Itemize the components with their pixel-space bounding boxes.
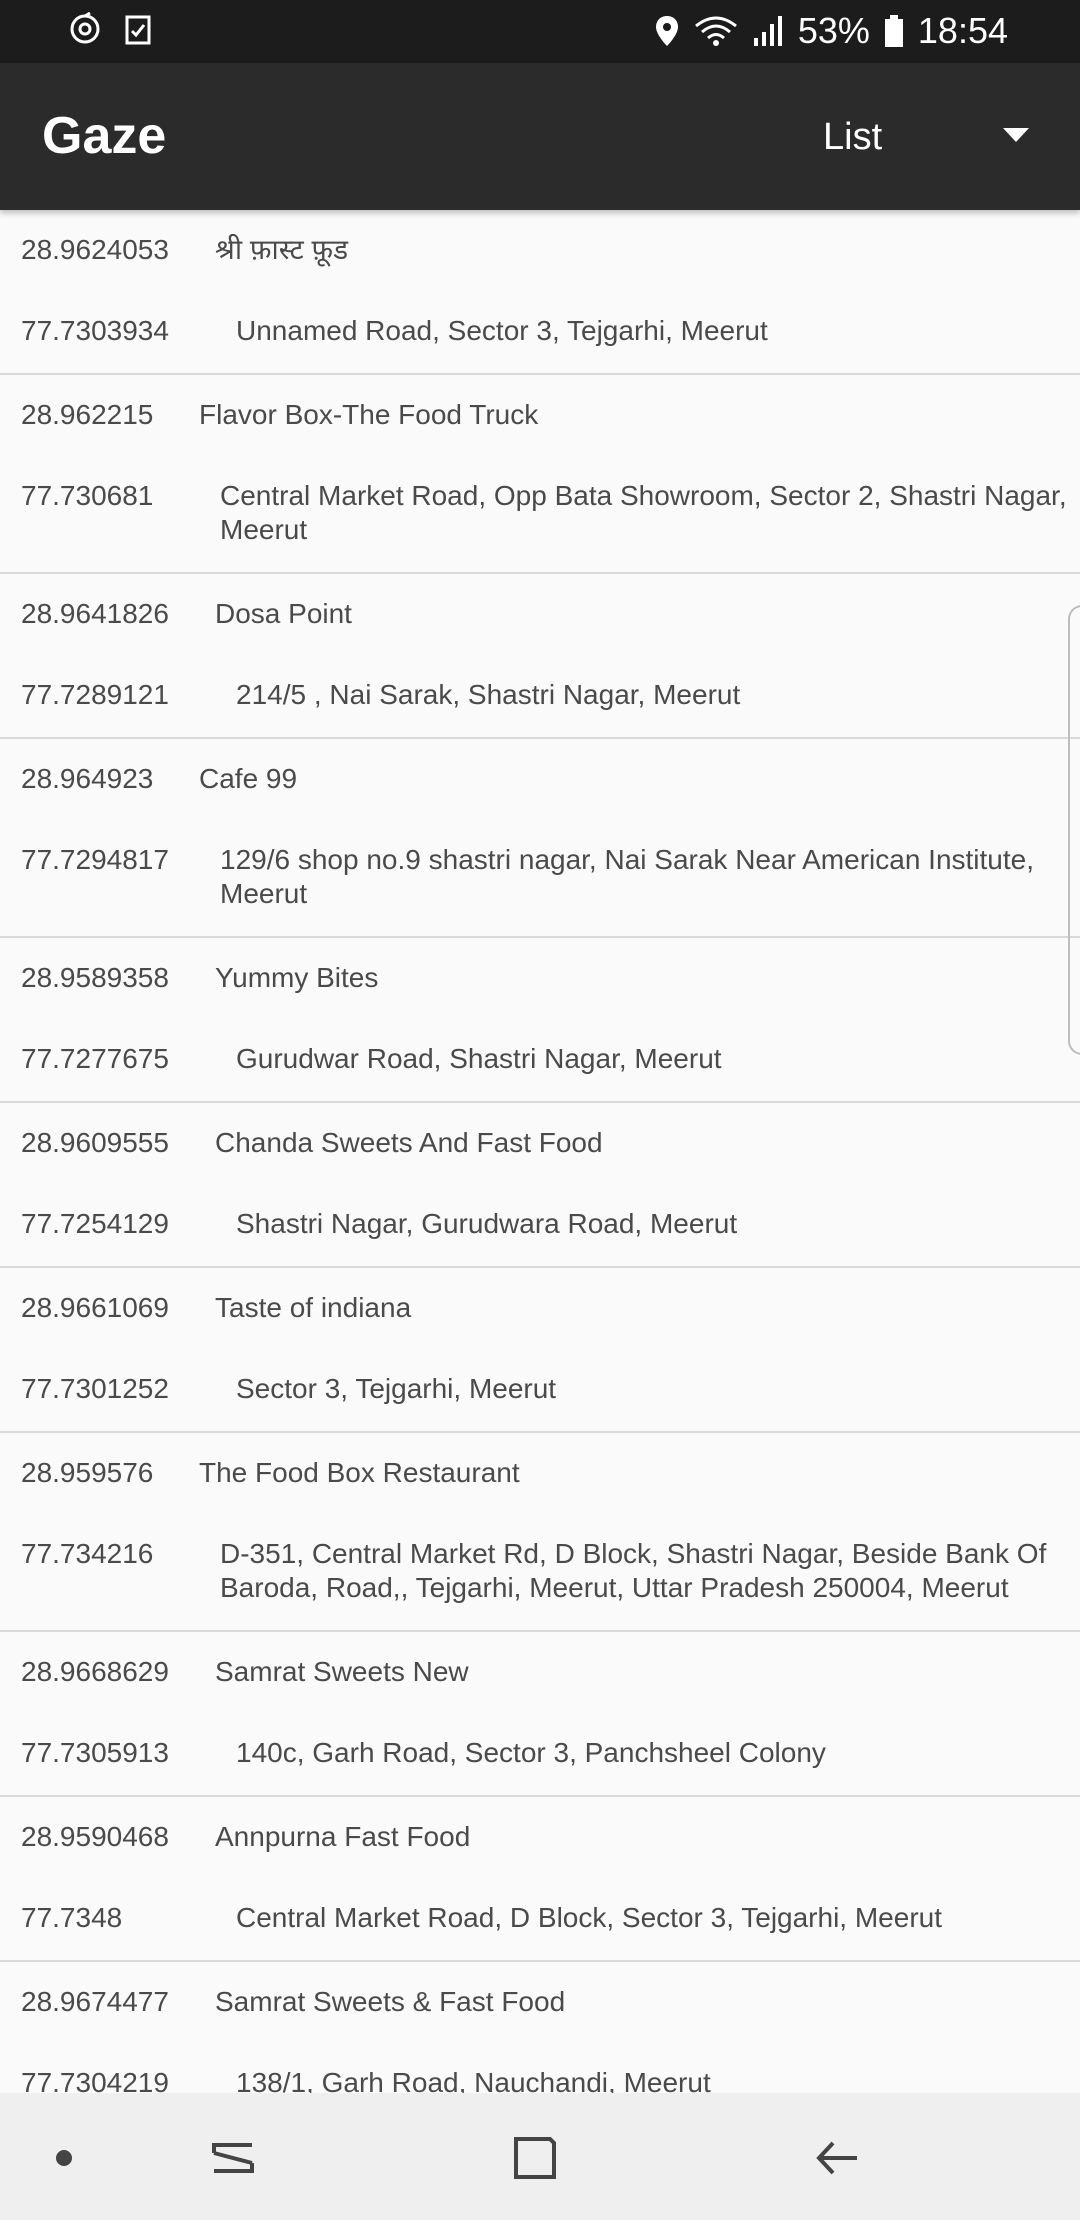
- view-selector-dropdown[interactable]: List: [800, 63, 1080, 210]
- navigation-bar: [0, 2093, 1080, 2220]
- latitude: 28.9589358: [21, 962, 169, 993]
- home-icon[interactable]: [495, 2118, 575, 2198]
- list-item[interactable]: 28.9624053 श्री फ़ास्ट फ़ूड 77.7303934 U…: [0, 210, 1080, 375]
- longitude: 77.730681: [21, 480, 154, 511]
- list-item[interactable]: 28.9674477 Samrat Sweets & Fast Food 77.…: [0, 1962, 1080, 2093]
- longitude: 77.7304219: [21, 2067, 169, 2093]
- latitude: 28.964923: [21, 763, 154, 794]
- location-icon: [654, 14, 680, 48]
- place-name: Samrat Sweets & Fast Food: [215, 1986, 566, 2017]
- places-list[interactable]: 28.9624053 श्री फ़ास्ट फ़ूड 77.7303934 U…: [0, 210, 1080, 2093]
- clock: 18:54: [917, 10, 1008, 51]
- place-name: Dosa Point: [215, 598, 352, 629]
- longitude: 77.7348: [21, 1902, 123, 1933]
- recents-icon[interactable]: [193, 2118, 273, 2198]
- longitude: 77.734216: [21, 1538, 154, 1569]
- longitude: 77.7277675: [21, 1043, 169, 1074]
- dot-icon[interactable]: [24, 2118, 104, 2198]
- wifi-icon: [694, 14, 738, 48]
- place-name: Annpurna Fast Food: [215, 1821, 471, 1852]
- longitude: 77.7289121: [21, 679, 169, 710]
- latitude: 28.9674477: [21, 1986, 169, 2017]
- list-item[interactable]: 28.959576 The Food Box Restaurant 77.734…: [0, 1433, 1080, 1632]
- place-address: Central Market Road, D Block, Sector 3, …: [236, 1902, 943, 1933]
- place-name: Samrat Sweets New: [215, 1656, 469, 1687]
- battery-icon: [884, 14, 904, 48]
- place-address: Sector 3, Tejgarhi, Meerut: [236, 1373, 557, 1404]
- place-address: Gurudwar Road, Shastri Nagar, Meerut: [236, 1043, 722, 1074]
- clipboard-check-icon: [124, 12, 152, 51]
- sync-icon: [68, 11, 102, 51]
- latitude: 28.962215: [21, 399, 154, 430]
- latitude: 28.9590468: [21, 1821, 169, 1852]
- signal-icon: [752, 14, 784, 48]
- place-name: Cafe 99: [199, 763, 298, 794]
- place-name: Chanda Sweets And Fast Food: [215, 1127, 603, 1158]
- latitude: 28.9668629: [21, 1656, 169, 1687]
- place-address: D-351, Central Market Rd, D Block, Shast…: [220, 1538, 1047, 1603]
- list-item[interactable]: 28.9641826 Dosa Point 77.7289121 214/5 ,…: [0, 574, 1080, 739]
- longitude: 77.7254129: [21, 1208, 169, 1239]
- place-name: श्री फ़ास्ट फ़ूड: [215, 234, 349, 265]
- place-address: Shastri Nagar, Gurudwara Road, Meerut: [236, 1208, 738, 1239]
- view-selector-label: List: [823, 116, 883, 158]
- status-bar: 53% 18:54: [0, 0, 1080, 63]
- edge-panel-handle[interactable]: [1068, 605, 1080, 1055]
- longitude: 77.7305913: [21, 1737, 169, 1768]
- list-item[interactable]: 28.964923 Cafe 99 77.7294817 129/6 shop …: [0, 739, 1080, 938]
- latitude: 28.9661069: [21, 1292, 169, 1323]
- battery-level-text: 53%: [797, 10, 870, 51]
- place-address: 140c, Garh Road, Sector 3, Panchsheel Co…: [236, 1737, 826, 1768]
- longitude: 77.7301252: [21, 1373, 169, 1404]
- place-address: Central Market Road, Opp Bata Showroom, …: [220, 480, 1067, 545]
- latitude: 28.959576: [21, 1457, 154, 1488]
- list-item[interactable]: 28.962215 Flavor Box-The Food Truck 77.7…: [0, 375, 1080, 574]
- dropdown-arrow-icon: [1003, 128, 1029, 142]
- app-bar: Gaze List: [0, 63, 1080, 210]
- list-item[interactable]: 28.9661069 Taste of indiana 77.7301252 S…: [0, 1268, 1080, 1433]
- back-icon[interactable]: [798, 2118, 878, 2198]
- place-address: 138/1, Garh Road, Nauchandi, Meerut: [236, 2067, 711, 2093]
- list-item[interactable]: 28.9609555 Chanda Sweets And Fast Food 7…: [0, 1103, 1080, 1268]
- place-name: Yummy Bites: [215, 962, 379, 993]
- place-name: Taste of indiana: [215, 1292, 412, 1323]
- list-item[interactable]: 28.9590468 Annpurna Fast Food 77.7348 Ce…: [0, 1797, 1080, 1962]
- place-address: 129/6 shop no.9 shastri nagar, Nai Sarak…: [220, 844, 1035, 909]
- latitude: 28.9624053: [21, 234, 169, 265]
- list-item[interactable]: 28.9668629 Samrat Sweets New 77.7305913 …: [0, 1632, 1080, 1797]
- longitude: 77.7303934: [21, 315, 169, 346]
- place-address: Unnamed Road, Sector 3, Tejgarhi, Meerut: [236, 315, 768, 346]
- app-title: Gaze: [42, 107, 167, 165]
- latitude: 28.9609555: [21, 1127, 169, 1158]
- place-address: 214/5 , Nai Sarak, Shastri Nagar, Meerut: [236, 679, 741, 710]
- list-item[interactable]: 28.9589358 Yummy Bites 77.7277675 Gurudw…: [0, 938, 1080, 1103]
- place-name: The Food Box Restaurant: [199, 1457, 520, 1488]
- latitude: 28.9641826: [21, 598, 169, 629]
- longitude: 77.7294817: [21, 844, 169, 875]
- place-name: Flavor Box-The Food Truck: [199, 399, 539, 430]
